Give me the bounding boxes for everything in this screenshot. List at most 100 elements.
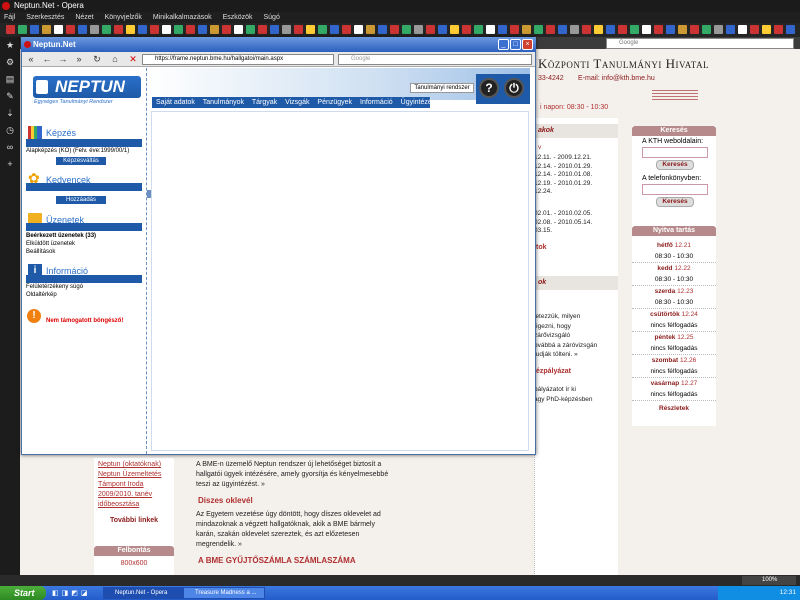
bookmark-icon[interactable] [174, 25, 183, 34]
more-link[interactable]: tok [536, 244, 547, 251]
nav-tanulmanyok[interactable]: Tanulmányok [203, 99, 244, 106]
bookmark-icon[interactable] [702, 25, 711, 34]
rewind-icon[interactable]: « [26, 54, 36, 64]
popup-search-input[interactable]: Google [338, 54, 532, 65]
bookmark-icon[interactable] [114, 25, 123, 34]
kth-search-input[interactable] [642, 147, 708, 158]
forward-icon[interactable]: → [58, 54, 68, 64]
bookmark-icon[interactable] [726, 25, 735, 34]
stop-icon[interactable]: ✕ [128, 54, 138, 64]
menu-bookmarks[interactable]: Könyvjelzők [105, 14, 142, 21]
minimize-button[interactable]: _ [498, 39, 509, 50]
bookmark-icon[interactable] [378, 25, 387, 34]
phonebook-input[interactable] [642, 184, 708, 195]
bookmark-icon[interactable] [738, 25, 747, 34]
bookmark-icon[interactable] [54, 25, 63, 34]
nav-targyak[interactable]: Tárgyak [252, 99, 277, 106]
more-links-button[interactable]: További linkek [98, 516, 170, 526]
bookmark-icon[interactable] [246, 25, 255, 34]
menu-widgets[interactable]: Minikalkalmazások [153, 14, 212, 21]
bookmark-icon[interactable] [414, 25, 423, 34]
inbox-link[interactable]: Beérkezett üzenetek (33) [26, 233, 96, 241]
start-button[interactable]: Start [0, 586, 46, 600]
nav-ugyintezes[interactable]: Ügyintézés [401, 99, 436, 106]
bookmark-icon[interactable] [366, 25, 375, 34]
bookmark-icon[interactable] [6, 25, 15, 34]
bookmark-icon[interactable] [138, 25, 147, 34]
bookmark-icon[interactable] [546, 25, 555, 34]
bookmark-icon[interactable] [330, 25, 339, 34]
bookmark-icon[interactable] [606, 25, 615, 34]
nav-penzugyek[interactable]: Pénzügyek [317, 99, 352, 106]
bookmark-icon[interactable] [750, 25, 759, 34]
quick-launch[interactable]: ◧◨◩◪ [52, 589, 102, 597]
close-button[interactable]: × [522, 39, 533, 50]
back-icon[interactable]: ← [42, 54, 52, 64]
bookmark-icon[interactable] [510, 25, 519, 34]
bookmark-icon[interactable] [582, 25, 591, 34]
kepzesvaltas-button[interactable]: Képzésváltás [56, 157, 106, 165]
bookmark-icon[interactable] [642, 25, 651, 34]
widgets-panel-icon[interactable]: ⚙ [5, 57, 15, 67]
clock-panel-icon[interactable]: ◷ [5, 125, 15, 135]
bookmark-icon[interactable] [534, 25, 543, 34]
bookmark-icon[interactable] [714, 25, 723, 34]
bookmark-icon[interactable] [126, 25, 135, 34]
bookmark-icon[interactable] [222, 25, 231, 34]
bookmark-icon[interactable] [282, 25, 291, 34]
bookmark-icon[interactable] [186, 25, 195, 34]
taskbar-item-neptun[interactable]: Neptun.Net - Opera [103, 587, 185, 599]
links-panel-icon[interactable]: ∞ [5, 142, 15, 152]
bookmark-icon[interactable] [618, 25, 627, 34]
bookmark-icon[interactable] [294, 25, 303, 34]
panel-resize-handle[interactable] [147, 190, 151, 198]
bookmark-icon[interactable] [306, 25, 315, 34]
bookmark-icon[interactable] [486, 25, 495, 34]
bookmark-icon[interactable] [558, 25, 567, 34]
bookmark-icon[interactable] [198, 25, 207, 34]
phonebook-search-button[interactable]: Keresés [656, 197, 694, 207]
bookmark-icon[interactable] [390, 25, 399, 34]
bookmark-icon[interactable] [438, 25, 447, 34]
bookmark-icon[interactable] [102, 25, 111, 34]
menu-tools[interactable]: Eszközök [223, 14, 253, 21]
help-link[interactable]: Felületérzékeny súgó [26, 284, 83, 292]
help-button[interactable]: ? [479, 78, 499, 98]
bookmark-icon[interactable] [498, 25, 507, 34]
sent-link[interactable]: Elküldött üzenetek [26, 241, 75, 249]
notes-panel-icon[interactable]: ▤ [5, 74, 15, 84]
address-bar[interactable]: https://frame.neptun.bme.hu/hallgatoi/ma… [142, 54, 334, 65]
bookmark-icon[interactable] [678, 25, 687, 34]
bookmark-icon[interactable] [354, 25, 363, 34]
nav-sajat-adatok[interactable]: Saját adatok [156, 99, 195, 106]
bookmark-icon[interactable] [522, 25, 531, 34]
bookmark-icon[interactable] [690, 25, 699, 34]
bookmark-icon[interactable] [258, 25, 267, 34]
logout-button[interactable]: ⏻ [504, 78, 524, 98]
bookmark-icon[interactable] [786, 25, 795, 34]
bookmark-icon[interactable] [462, 25, 471, 34]
email-link[interactable]: E-mail: info@kth.bme.hu [578, 75, 655, 82]
bookmark-icon[interactable] [630, 25, 639, 34]
bookmark-icon[interactable] [450, 25, 459, 34]
bookmarks-panel-icon[interactable]: ★ [5, 40, 15, 50]
reload-icon[interactable]: ↻ [92, 54, 102, 64]
bookmark-icon[interactable] [666, 25, 675, 34]
bookmark-icon[interactable] [66, 25, 75, 34]
menu-edit[interactable]: Szerkesztés [26, 14, 64, 21]
bookmark-icon[interactable] [234, 25, 243, 34]
zoom-control[interactable]: 100% [742, 576, 796, 585]
outer-search-input[interactable]: Google [606, 38, 794, 49]
details-link[interactable]: Részletek [632, 403, 716, 414]
bookmark-icon[interactable] [42, 25, 51, 34]
taskbar-item-treasure[interactable]: Treasure Madness a ... [183, 587, 265, 599]
bookmark-icon[interactable] [426, 25, 435, 34]
bookmark-icon[interactable] [774, 25, 783, 34]
home-icon[interactable]: ⌂ [110, 54, 120, 64]
nav-vizsgak[interactable]: Vizsgák [285, 99, 309, 106]
settings-link[interactable]: Beállítások [26, 249, 55, 257]
downloads-panel-icon[interactable]: ✎ [5, 91, 15, 101]
menu-file[interactable]: Fájl [4, 14, 15, 21]
bookmark-icon[interactable] [570, 25, 579, 34]
bookmark-icon[interactable] [78, 25, 87, 34]
